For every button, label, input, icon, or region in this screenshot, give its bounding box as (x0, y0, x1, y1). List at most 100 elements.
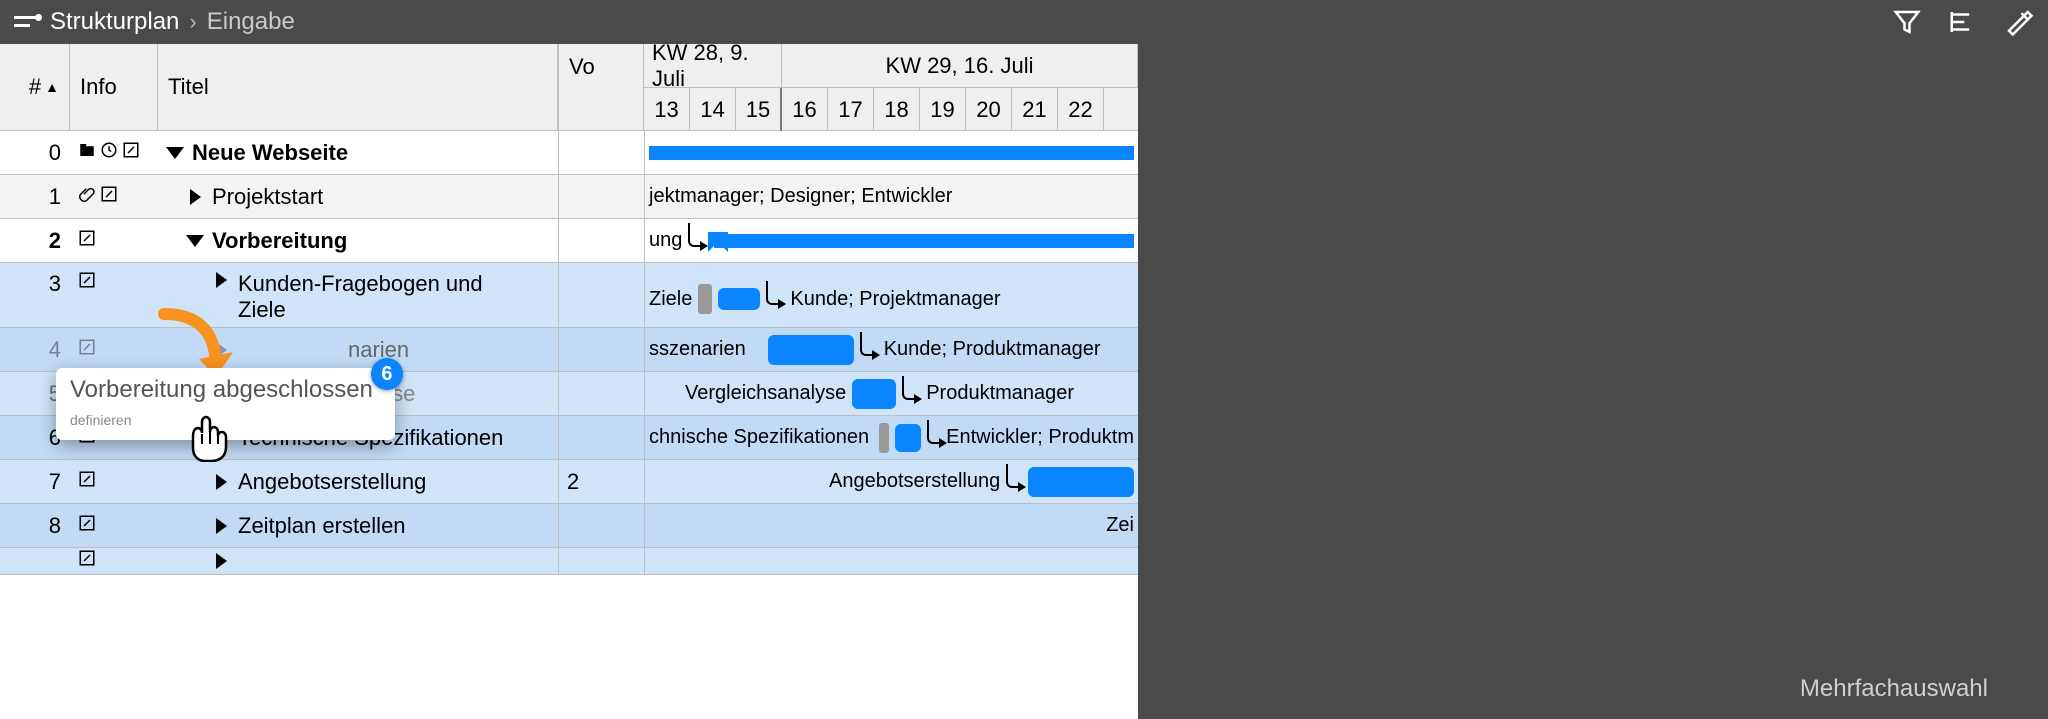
edit-icon (100, 185, 118, 209)
row-info (70, 131, 158, 174)
row-title[interactable]: Vorbereitung (158, 219, 558, 262)
row-num: 1 (0, 175, 70, 218)
gantt-label: ung (649, 229, 682, 252)
breadcrumb-root[interactable]: Strukturplan (50, 8, 179, 36)
breadcrumb-child[interactable]: Eingabe (207, 8, 295, 36)
disclosure-right-icon[interactable] (212, 473, 230, 491)
row-timeline[interactable]: jektmanager; Designer; Entwickler (644, 175, 1138, 218)
row-title[interactable]: Zeitplan erstellen (158, 504, 558, 547)
day-18[interactable]: 18 (874, 88, 920, 131)
row-timeline[interactable]: Ziele Kunde; Projektmanager (644, 263, 1138, 327)
row-num: 2 (0, 219, 70, 262)
edit-icon (122, 141, 140, 165)
clip-icon (78, 185, 96, 209)
row-vo (558, 416, 644, 459)
gantt-assignees: Produktmanager (926, 382, 1074, 405)
row-timeline[interactable]: Zei (644, 504, 1138, 547)
task-row-0[interactable]: 0 Neue Webseite (0, 131, 1138, 175)
gantt-bar[interactable] (852, 379, 896, 409)
gantt-label: Ziele (649, 288, 692, 311)
gantt-bar[interactable] (1028, 467, 1134, 497)
row-vo (558, 548, 644, 574)
gantt-assignees: Kunde; Projektmanager (790, 288, 1000, 311)
day-headers: 13 14 15 16 17 18 19 20 21 22 (644, 87, 1138, 131)
disclosure-right-icon[interactable] (212, 517, 230, 535)
outline-panel: # ▲ Info Titel Vo KW 28, 9. Juli KW 29, … (0, 44, 1138, 719)
gantt-bar[interactable] (718, 288, 760, 310)
disclosure-right-icon[interactable] (212, 552, 230, 570)
task-row-9-partial[interactable] (0, 548, 1138, 575)
day-19[interactable]: 19 (920, 88, 966, 131)
row-num: 4 (0, 328, 70, 371)
day-21[interactable]: 21 (1012, 88, 1058, 131)
drag-ghost-sub: definieren (70, 412, 132, 428)
task-row-2[interactable]: 2 Vorbereitung ung (0, 219, 1138, 263)
progress-handle-icon[interactable] (879, 423, 889, 453)
day-16[interactable]: 16 (782, 88, 828, 131)
task-row-1[interactable]: 1 Projektstart jektmanager; Designer; En… (0, 175, 1138, 219)
row-timeline[interactable]: chnische Spezifikationen Entwickler; Pro… (644, 416, 1138, 459)
row-timeline[interactable]: ung (644, 219, 1138, 262)
gantt-label: Zei (1106, 514, 1134, 537)
gantt-bar[interactable] (895, 424, 921, 452)
header-info[interactable]: Info (70, 44, 158, 130)
day-13[interactable]: 13 (644, 88, 690, 131)
header-vo[interactable]: Vo (558, 44, 644, 130)
row-title-label: Kunden-Fragebogen und Ziele (238, 271, 528, 323)
day-15[interactable]: 15 (736, 88, 782, 131)
row-timeline[interactable] (644, 548, 1138, 574)
disclosure-right-icon[interactable] (186, 188, 204, 206)
task-row-4[interactable]: 4 narien sszenarien Kunde; Produktmanage… (0, 328, 1138, 372)
day-22[interactable]: 22 (1058, 88, 1104, 131)
row-title-label: Angebotserstellung (238, 469, 426, 495)
progress-handle-icon[interactable] (698, 284, 712, 314)
header-num[interactable]: # ▲ (0, 44, 70, 130)
gantt-assignees: Kunde; Produktmanager (884, 338, 1101, 361)
settings-icon[interactable] (2004, 7, 2034, 37)
day-17[interactable]: 17 (828, 88, 874, 131)
row-info (70, 328, 158, 371)
dependency-link-icon (902, 376, 920, 400)
day-14[interactable]: 14 (690, 88, 736, 131)
header-title[interactable]: Titel (158, 44, 558, 130)
row-title[interactable]: Neue Webseite (158, 131, 558, 174)
week-header-2[interactable]: KW 29, 16. Juli (782, 44, 1138, 87)
row-timeline[interactable] (644, 131, 1138, 174)
folder-icon (78, 141, 96, 165)
row-timeline[interactable]: sszenarien Kunde; Produktmanager (644, 328, 1138, 371)
dependency-link-icon (1006, 464, 1022, 488)
row-title[interactable] (158, 548, 558, 574)
outline-icon[interactable] (1948, 7, 1978, 37)
row-title[interactable]: narien (158, 328, 558, 371)
row-vo (558, 372, 644, 415)
row-timeline[interactable]: Vergleichsanalyse Produktmanager (644, 372, 1138, 415)
gantt-bar[interactable] (768, 335, 854, 365)
row-timeline[interactable]: Angebotserstellung (644, 460, 1138, 503)
disclosure-down-icon[interactable] (166, 144, 184, 162)
toolbar-right (1892, 7, 2034, 37)
day-20[interactable]: 20 (966, 88, 1012, 131)
row-title-label: Vorbereitung (212, 228, 347, 254)
gantt-label: Angebotserstellung (829, 470, 1000, 493)
week-header-1[interactable]: KW 28, 9. Juli (644, 44, 782, 87)
gantt-label: chnische Spezifikationen (649, 426, 869, 449)
disclosure-right-icon[interactable] (212, 271, 230, 289)
row-info (70, 263, 158, 327)
task-row-7[interactable]: 7 Angebotserstellung 2 Angebotserstellun… (0, 460, 1138, 504)
row-title[interactable]: Kunden-Fragebogen und Ziele (158, 263, 558, 327)
row-num: 0 (0, 131, 70, 174)
task-row-8[interactable]: 8 Zeitplan erstellen Zei (0, 504, 1138, 548)
inspector-title: Mehrfachauswahl (1800, 675, 1988, 703)
outline-body: 0 Neue Webseite 1 (0, 131, 1138, 575)
row-title[interactable]: Projektstart (158, 175, 558, 218)
disclosure-down-icon[interactable] (186, 232, 204, 250)
row-vo (558, 504, 644, 547)
filter-icon[interactable] (1892, 7, 1922, 37)
task-row-3[interactable]: 3 Kunden-Fragebogen und Ziele Ziele Kund… (0, 263, 1138, 328)
drag-ghost: Vorbereitung abgeschlossen definieren 6 (56, 368, 395, 440)
disclosure-right-icon[interactable] (212, 341, 230, 359)
dependency-link-icon (860, 332, 878, 356)
drag-ghost-label: Vorbereitung abgeschlossen (70, 376, 373, 403)
row-num: 7 (0, 460, 70, 503)
row-title[interactable]: Angebotserstellung (158, 460, 558, 503)
